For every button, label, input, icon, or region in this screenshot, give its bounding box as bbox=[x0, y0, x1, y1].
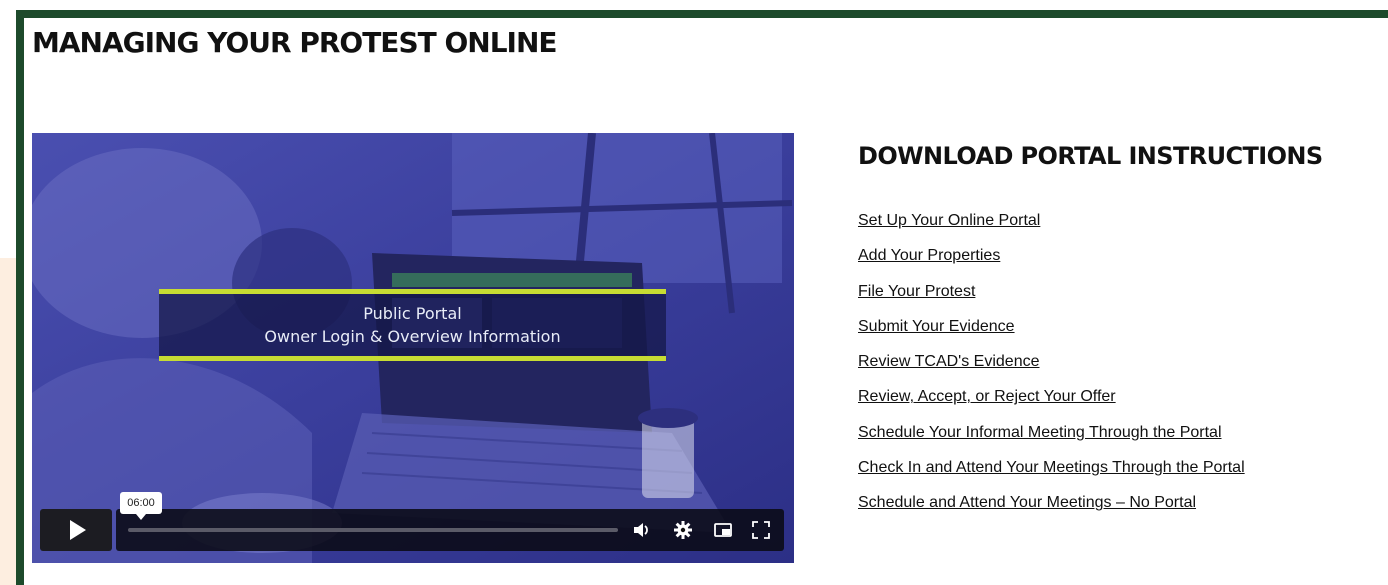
list-item: Submit Your Evidence bbox=[858, 318, 1245, 353]
list-item: File Your Protest bbox=[858, 283, 1245, 318]
link-set-up-portal[interactable]: Set Up Your Online Portal bbox=[858, 212, 1040, 229]
video-title-line2: Owner Login & Overview Information bbox=[264, 327, 561, 346]
list-item: Review TCAD's Evidence bbox=[858, 353, 1245, 388]
link-check-in-meetings[interactable]: Check In and Attend Your Meetings Throug… bbox=[858, 459, 1245, 476]
volume-icon[interactable] bbox=[630, 519, 652, 541]
link-file-protest[interactable]: File Your Protest bbox=[858, 283, 975, 300]
time-tooltip: 06:00 bbox=[120, 492, 162, 520]
green-frame-left bbox=[16, 10, 24, 585]
control-bar bbox=[116, 509, 784, 551]
list-item: Schedule Your Informal Meeting Through t… bbox=[858, 424, 1245, 459]
list-item: Set Up Your Online Portal bbox=[858, 212, 1245, 247]
video-controls bbox=[40, 509, 784, 551]
link-review-tcad-evidence[interactable]: Review TCAD's Evidence bbox=[858, 353, 1040, 370]
link-submit-evidence[interactable]: Submit Your Evidence bbox=[858, 318, 1015, 335]
video-title-line1: Public Portal bbox=[363, 304, 462, 323]
page-title: MANAGING YOUR PROTEST ONLINE bbox=[32, 26, 558, 59]
progress-bar[interactable] bbox=[128, 528, 618, 532]
downloads-heading: DOWNLOAD PORTAL INSTRUCTIONS bbox=[858, 142, 1323, 170]
play-button[interactable] bbox=[40, 509, 112, 551]
list-item: Add Your Properties bbox=[858, 247, 1245, 282]
picture-in-picture-icon[interactable] bbox=[712, 519, 734, 541]
link-schedule-informal-meeting[interactable]: Schedule Your Informal Meeting Through t… bbox=[858, 424, 1222, 441]
green-frame-top bbox=[16, 10, 1388, 18]
instruction-links: Set Up Your Online Portal Add Your Prope… bbox=[858, 212, 1245, 530]
play-icon bbox=[70, 520, 86, 540]
gear-icon[interactable] bbox=[672, 519, 694, 541]
link-schedule-no-portal[interactable]: Schedule and Attend Your Meetings – No P… bbox=[858, 494, 1196, 511]
list-item: Check In and Attend Your Meetings Throug… bbox=[858, 459, 1245, 494]
side-accent bbox=[0, 258, 16, 585]
fullscreen-icon[interactable] bbox=[750, 519, 772, 541]
list-item: Schedule and Attend Your Meetings – No P… bbox=[858, 494, 1245, 529]
link-review-offer[interactable]: Review, Accept, or Reject Your Offer bbox=[858, 388, 1116, 405]
link-add-properties[interactable]: Add Your Properties bbox=[858, 247, 1000, 264]
list-item: Review, Accept, or Reject Your Offer bbox=[858, 388, 1245, 423]
video-title-card: Public Portal Owner Login & Overview Inf… bbox=[159, 289, 666, 361]
